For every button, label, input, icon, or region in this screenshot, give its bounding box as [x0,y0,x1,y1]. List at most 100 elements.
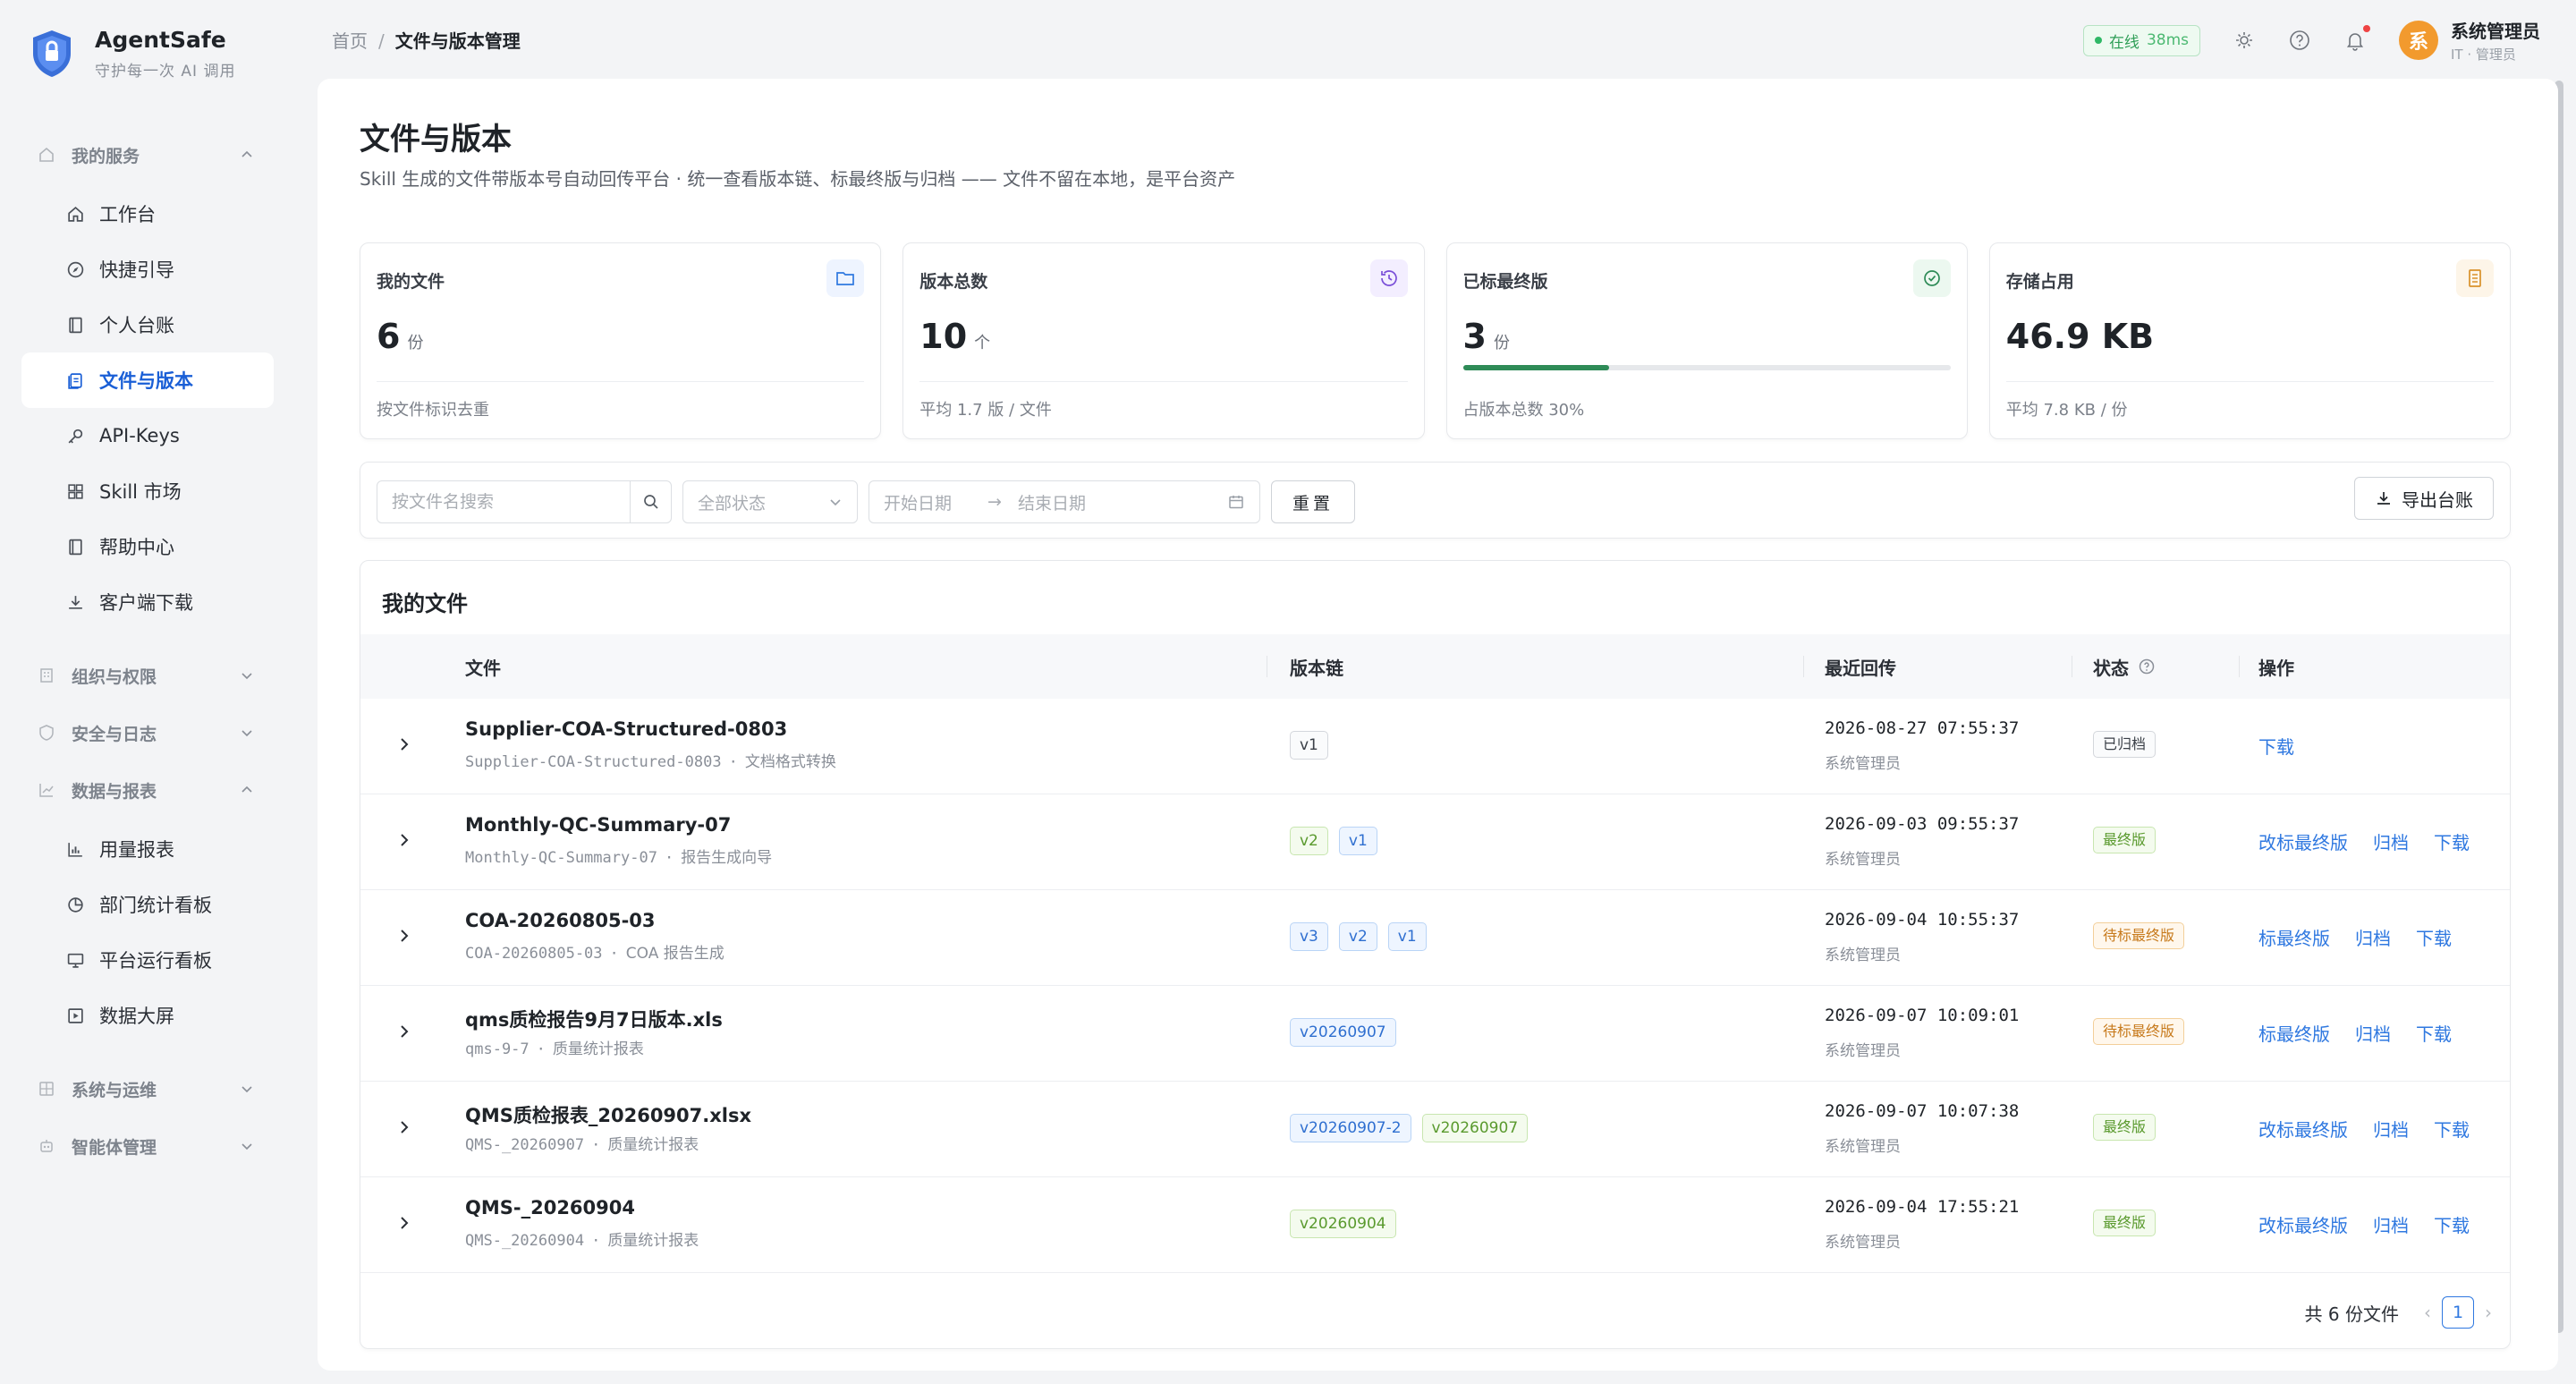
row-action-link[interactable]: 标最终版 [2258,924,2330,950]
sidebar-item-platform-dashboard[interactable]: 平台运行看板 [21,932,274,988]
sidebar-item-dept-dashboard[interactable]: 部门统计看板 [21,877,274,932]
table-title: 我的文件 [382,591,468,616]
row-action-link[interactable]: 归档 [2373,1116,2409,1142]
check-circle-icon [1912,259,1951,297]
upload-time: 2026-09-07 10:09:01 [1825,1006,2020,1025]
chevron-right-icon[interactable] [394,926,414,946]
table-row: Supplier-COA-Structured-0803 Supplier-COA… [360,699,2510,794]
version-tag[interactable]: v20260907 [1421,1114,1529,1142]
nav-group-my-services[interactable]: 我的服务 [21,131,274,179]
row-actions: 改标最终版 归档 下载 [2258,1211,2470,1237]
row-actions: 下载 [2258,733,2294,759]
chevron-right-icon[interactable] [394,1022,414,1041]
version-tag[interactable]: v1 [1387,922,1427,951]
version-tag[interactable]: v3 [1290,922,1328,951]
breadcrumb-home[interactable]: 首页 [332,30,368,52]
sun-icon[interactable] [2233,29,2256,52]
row-action-link[interactable]: 改标最终版 [2258,828,2348,854]
version-tag[interactable]: v20260907-2 [1290,1114,1411,1142]
topbar: 首页 / 文件与版本管理 在线 38ms 系 系统管理员 IT · 管理员 [318,0,2576,79]
table-row: COA-20260805-03 COA-20260805-03 · COA 报告生成 v… [360,890,2510,986]
search-button[interactable] [630,481,671,522]
file-name[interactable]: Monthly-QC-Summary-07 [465,814,731,836]
file-name[interactable]: qms质检报告9月7日版本.xls [465,1006,723,1032]
file-meta: QMS-_20260907 · 质量统计报表 [465,1132,699,1154]
row-action-link[interactable]: 下载 [2416,1020,2452,1046]
chevron-right-icon[interactable] [394,1117,414,1137]
row-action-link[interactable]: 归档 [2373,828,2409,854]
date-range-picker[interactable]: 开始日期 → 结束日期 [869,480,1260,523]
row-action-link[interactable]: 下载 [2258,733,2294,759]
nav-group-security-logs[interactable]: 安全与日志 [21,709,274,757]
page-title: 文件与版本 [360,122,512,157]
sidebar-item-usage-report[interactable]: 用量报表 [21,821,274,877]
sidebar-item-client-download[interactable]: 客户端下载 [21,574,274,630]
chevron-down-icon [830,499,841,506]
user-menu[interactable]: 系统管理员 IT · 管理员 [2451,17,2540,64]
row-action-link[interactable]: 下载 [2434,828,2470,854]
row-action-link[interactable]: 归档 [2355,924,2391,950]
upload-user: 系统管理员 [1825,1042,1901,1060]
notification-button[interactable] [2343,25,2370,52]
stat-label: 版本总数 [919,272,988,292]
final-version-progress-bar [1462,365,1951,370]
avatar[interactable]: 系 [2399,21,2438,60]
files-icon [68,372,82,389]
nav-group-agent-management[interactable]: 智能体管理 [21,1122,274,1170]
row-actions: 标最终版 归档 下载 [2258,1020,2452,1046]
file-name[interactable]: QMS质检报表_20260907.xlsx [465,1101,751,1128]
version-tag[interactable]: v2 [1338,922,1377,951]
table-row: qms质检报告9月7日版本.xls qms-9-7 · 质量统计报表 v20260907… [360,986,2510,1082]
sidebar-item-data-screen[interactable]: 数据大屏 [21,988,274,1043]
sidebar-item-skill-market[interactable]: Skill 市场 [21,463,274,519]
help-circle-icon[interactable] [2288,29,2311,52]
row-action-link[interactable]: 下载 [2434,1116,2470,1142]
search-input[interactable] [377,482,630,522]
nav-group-org-permissions[interactable]: 组织与权限 [21,651,274,700]
column-separator [1803,656,1804,677]
nav-group-system-ops[interactable]: 系统与运维 [21,1065,274,1113]
version-chain: v20260907 [1290,1018,1396,1047]
chevron-right-icon[interactable] [394,1213,414,1233]
nav-group-data-reports[interactable]: 数据与报表 [21,766,274,814]
start-date-input[interactable]: 开始日期 [884,490,952,514]
breadcrumb-current: 文件与版本管理 [394,30,521,52]
row-action-link[interactable]: 改标最终版 [2258,1211,2348,1237]
sidebar-item-help-center[interactable]: 帮助中心 [21,519,274,574]
stat-card-storage: 存储占用 46.9 KB 平均 7.8 KB / 份 [1988,242,2511,439]
file-name[interactable]: Supplier-COA-Structured-0803 [465,718,787,740]
help-circle-icon[interactable] [2138,658,2156,675]
export-ledger-button[interactable]: 导出台账 [2354,477,2494,520]
nav-group-label: 数据与报表 [72,781,157,802]
file-name[interactable]: COA-20260805-03 [465,910,656,931]
file-name[interactable]: QMS-_20260904 [465,1197,635,1218]
end-date-input[interactable]: 结束日期 [1018,490,1227,514]
row-actions: 改标最终版 归档 下载 [2258,828,2470,854]
sidebar-item-label: 部门统计看板 [99,895,212,916]
sidebar-item-personal-ledger[interactable]: 个人台账 [21,297,274,352]
version-tag[interactable]: v20260907 [1290,1018,1396,1047]
version-tag[interactable]: v20260904 [1290,1210,1396,1238]
sidebar-item-api-keys[interactable]: API-Keys [21,408,274,463]
sidebar-item-files-versions[interactable]: 文件与版本 [21,352,274,408]
reset-button[interactable]: 重置 [1271,480,1355,523]
status-select[interactable]: 全部状态 [682,480,858,523]
next-page-icon[interactable]: › [2485,1302,2492,1323]
prev-page-icon[interactable]: ‹ [2424,1302,2431,1323]
version-tag[interactable]: v2 [1290,827,1328,855]
version-tag[interactable]: v1 [1290,731,1328,760]
user-name: 系统管理员 [2451,21,2540,42]
chevron-right-icon[interactable] [394,734,414,754]
home-icon [68,206,83,222]
chevron-right-icon[interactable] [394,830,414,850]
page-number-button[interactable]: 1 [2442,1296,2474,1329]
sidebar-item-quick-guide[interactable]: 快捷引导 [21,242,274,297]
row-action-link[interactable]: 下载 [2434,1211,2470,1237]
sidebar-item-workbench[interactable]: 工作台 [21,186,274,242]
row-action-link[interactable]: 归档 [2373,1211,2409,1237]
row-action-link[interactable]: 下载 [2416,924,2452,950]
row-action-link[interactable]: 标最终版 [2258,1020,2330,1046]
row-action-link[interactable]: 改标最终版 [2258,1116,2348,1142]
version-tag[interactable]: v1 [1338,827,1377,855]
row-action-link[interactable]: 归档 [2355,1020,2391,1046]
